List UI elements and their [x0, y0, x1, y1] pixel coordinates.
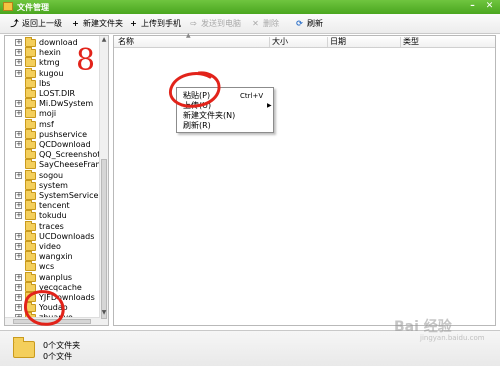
- folder-icon: [25, 128, 36, 139]
- file-list[interactable]: ▲ 名称 大小 日期 类型: [113, 32, 496, 326]
- delete-x-icon: ✕: [252, 19, 259, 28]
- folder-icon: [25, 292, 36, 302]
- folder-icon: [25, 77, 36, 88]
- expand-icon[interactable]: +: [15, 273, 22, 281]
- folder-count: 0个文件夹: [43, 341, 81, 350]
- scroll-up-icon[interactable]: ▲: [100, 36, 108, 44]
- expand-icon[interactable]: +: [15, 59, 22, 67]
- folder-icon: [25, 179, 36, 190]
- file-count: 0个文件: [43, 352, 73, 361]
- scroll-down-icon[interactable]: ▼: [100, 309, 108, 317]
- new-folder-button[interactable]: + 新建文件夹: [70, 18, 123, 30]
- folder-icon: [13, 337, 35, 358]
- watermark-logo: Bai 经验: [394, 319, 452, 335]
- expand-icon[interactable]: +: [15, 69, 22, 77]
- folder-icon: [25, 230, 36, 241]
- title-bar: 文件管理 – ✕: [0, 0, 500, 14]
- column-date[interactable]: 日期: [330, 37, 346, 47]
- folder-icon: [25, 139, 36, 149]
- folder-icon: [25, 200, 36, 211]
- expand-icon[interactable]: +: [15, 212, 22, 220]
- window-title: 文件管理: [17, 3, 49, 12]
- expand-icon[interactable]: +: [15, 253, 22, 261]
- tree-horizontal-scrollbar[interactable]: [5, 317, 100, 325]
- folder-icon: [25, 37, 36, 47]
- send-to-pc-button[interactable]: ⇨ 发送到电脑: [188, 18, 241, 30]
- folder-icon: [25, 241, 36, 251]
- delete-button[interactable]: ✕ 删除: [250, 18, 279, 30]
- folder-icon: [25, 210, 36, 221]
- expand-icon[interactable]: +: [15, 304, 22, 312]
- refresh-button[interactable]: ⟳ 刷新: [294, 18, 323, 30]
- folder-icon: [25, 281, 36, 292]
- refresh-icon: ⟳: [296, 19, 303, 28]
- menu-item-paste[interactable]: 粘贴(P) Ctrl+V: [183, 91, 263, 101]
- expand-icon[interactable]: +: [15, 100, 22, 108]
- expand-icon[interactable]: +: [15, 130, 22, 138]
- folder-icon: [25, 57, 36, 68]
- expand-icon[interactable]: +: [15, 39, 22, 46]
- toolbar: ⤴ 返回上一级 + 新建文件夹 + 上传到手机 ⇨ 发送到电脑 ✕ 删除 ⟳ 刷新: [0, 14, 500, 34]
- expand-icon[interactable]: +: [15, 243, 22, 250]
- folder-tree[interactable]: + download + hexin + ktmg + kugou lbs LOST.DIR + Mi…: [4, 35, 109, 326]
- tree-vertical-scrollbar[interactable]: ▲ ▼: [99, 36, 108, 325]
- send-icon: ⇨: [190, 19, 197, 28]
- column-name[interactable]: 名称: [118, 37, 134, 47]
- expand-icon[interactable]: +: [15, 110, 22, 118]
- column-size[interactable]: 大小: [272, 37, 288, 47]
- folder-icon: [25, 251, 36, 262]
- up-arrow-icon: ⤴: [10, 19, 19, 28]
- plus-icon: +: [72, 19, 79, 28]
- folder-icon: [25, 261, 36, 272]
- expand-icon[interactable]: +: [15, 202, 22, 210]
- expand-icon[interactable]: +: [15, 294, 22, 301]
- paste-shortcut: Ctrl+V: [240, 92, 264, 100]
- app-folder-icon: [3, 2, 13, 11]
- folder-icon: [25, 169, 36, 180]
- expand-icon[interactable]: +: [15, 141, 22, 148]
- expand-icon[interactable]: +: [15, 192, 22, 199]
- expand-icon[interactable]: +: [15, 232, 22, 240]
- folder-icon: [25, 88, 36, 98]
- folder-icon: [25, 271, 36, 282]
- column-divider: [400, 37, 401, 47]
- column-divider: [327, 37, 328, 47]
- scroll-thumb[interactable]: [101, 159, 107, 319]
- expand-icon[interactable]: +: [15, 49, 22, 57]
- expand-icon[interactable]: +: [15, 171, 22, 179]
- folder-icon: [25, 302, 36, 313]
- menu-item-new-folder[interactable]: 新建文件夹(N): [183, 111, 235, 121]
- column-type[interactable]: 类型: [403, 37, 419, 47]
- expand-icon[interactable]: +: [15, 283, 22, 291]
- context-menu: 粘贴(P) Ctrl+V 上传(U) ▶ 新建文件夹(N) 刷新(R): [176, 87, 274, 133]
- menu-item-refresh[interactable]: 刷新(R): [183, 121, 211, 131]
- folder-icon: [25, 118, 36, 129]
- hscroll-thumb[interactable]: [13, 319, 91, 324]
- folder-icon: [25, 149, 36, 160]
- step-number-annotation: 8: [76, 43, 96, 78]
- folder-icon: [25, 98, 36, 109]
- folder-icon: [25, 159, 36, 170]
- watermark-site: jingyan.baidu.com: [420, 334, 485, 342]
- up-level-button[interactable]: ⤴ 返回上一级: [9, 18, 63, 30]
- submenu-arrow-icon: ▶: [267, 102, 272, 109]
- folder-icon: [25, 67, 36, 78]
- column-divider: [269, 37, 270, 47]
- minimize-button[interactable]: –: [466, 1, 479, 12]
- plus-icon: +: [130, 19, 137, 28]
- folder-icon: [25, 220, 36, 231]
- close-button[interactable]: ✕: [483, 1, 496, 12]
- folder-icon: [25, 108, 36, 119]
- sort-arrow-icon: ▲: [186, 32, 191, 39]
- folder-icon: [25, 190, 36, 200]
- menu-item-upload[interactable]: 上传(U) ▶: [183, 101, 272, 111]
- column-header: ▲ 名称 大小 日期 类型: [114, 32, 495, 48]
- folder-icon: [25, 47, 36, 58]
- upload-to-phone-button[interactable]: + 上传到手机: [128, 18, 181, 30]
